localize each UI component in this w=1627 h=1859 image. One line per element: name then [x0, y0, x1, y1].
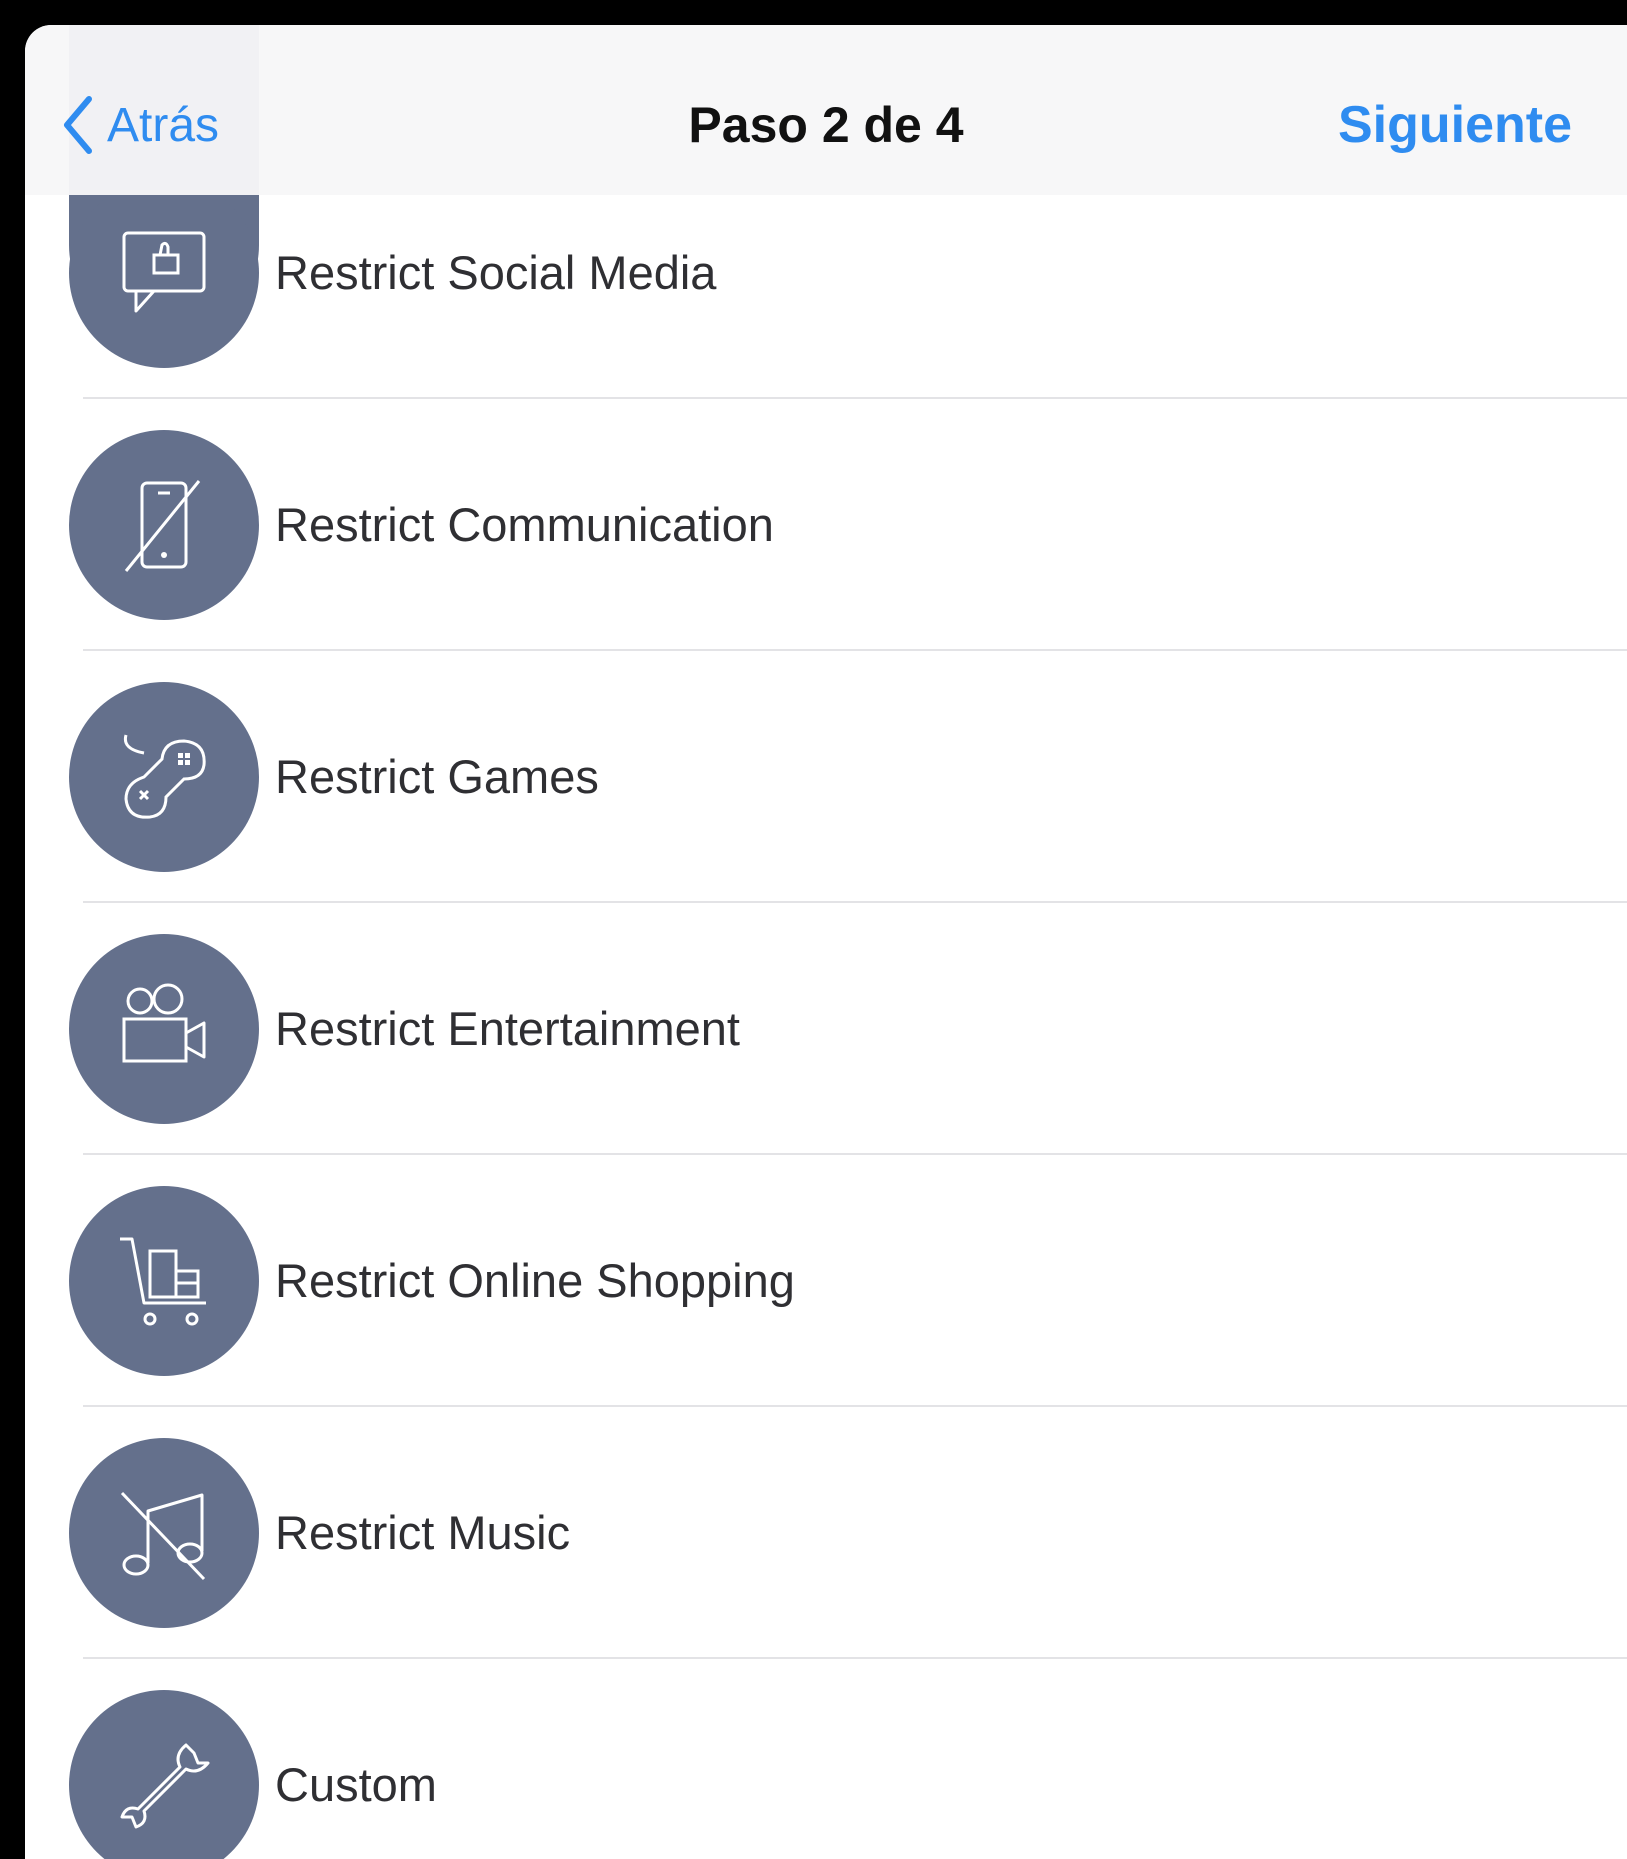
option-row-music[interactable]: Restrict Music	[25, 1407, 1627, 1659]
option-label: Restrict Entertainment	[275, 1002, 740, 1055]
option-label: Restrict Games	[275, 750, 599, 803]
navigation-bar: Atrás Paso 2 de 4 Siguiente	[25, 25, 1627, 195]
shopping-cart-icon	[120, 1237, 206, 1326]
entertainment-icon-container	[69, 934, 259, 1124]
games-icon-container	[69, 682, 259, 872]
option-row-custom[interactable]: Custom	[25, 1659, 1627, 1859]
option-label: Restrict Communication	[275, 498, 774, 551]
option-row-games[interactable]: Restrict Games	[25, 651, 1627, 903]
social-media-like-icon	[122, 231, 206, 313]
social-media-icon-container	[69, 178, 259, 368]
game-controller-icon	[123, 734, 206, 819]
window-frame: Restrict Social Media Restrict Communica…	[0, 0, 1627, 1859]
option-row-entertainment[interactable]: Restrict Entertainment	[25, 903, 1627, 1155]
communication-icon-container	[69, 430, 259, 620]
music-blocked-icon	[120, 1491, 206, 1581]
video-camera-icon	[122, 983, 206, 1063]
option-row-online-shopping[interactable]: Restrict Online Shopping	[25, 1155, 1627, 1407]
wrench-icon	[120, 1743, 210, 1829]
shopping-icon-container	[69, 1186, 259, 1376]
modal-sheet: Restrict Social Media Restrict Communica…	[25, 25, 1627, 1859]
options-rows: Restrict Social Media Restrict Communica…	[25, 25, 1627, 1859]
next-button[interactable]: Siguiente	[1338, 85, 1572, 165]
option-row-communication[interactable]: Restrict Communication	[25, 399, 1627, 651]
phone-blocked-icon	[124, 480, 201, 572]
option-label: Restrict Online Shopping	[275, 1254, 795, 1307]
option-label: Restrict Music	[275, 1506, 571, 1559]
music-icon-container	[69, 1438, 259, 1628]
custom-icon-container	[69, 1690, 259, 1859]
option-label: Custom	[275, 1758, 437, 1811]
